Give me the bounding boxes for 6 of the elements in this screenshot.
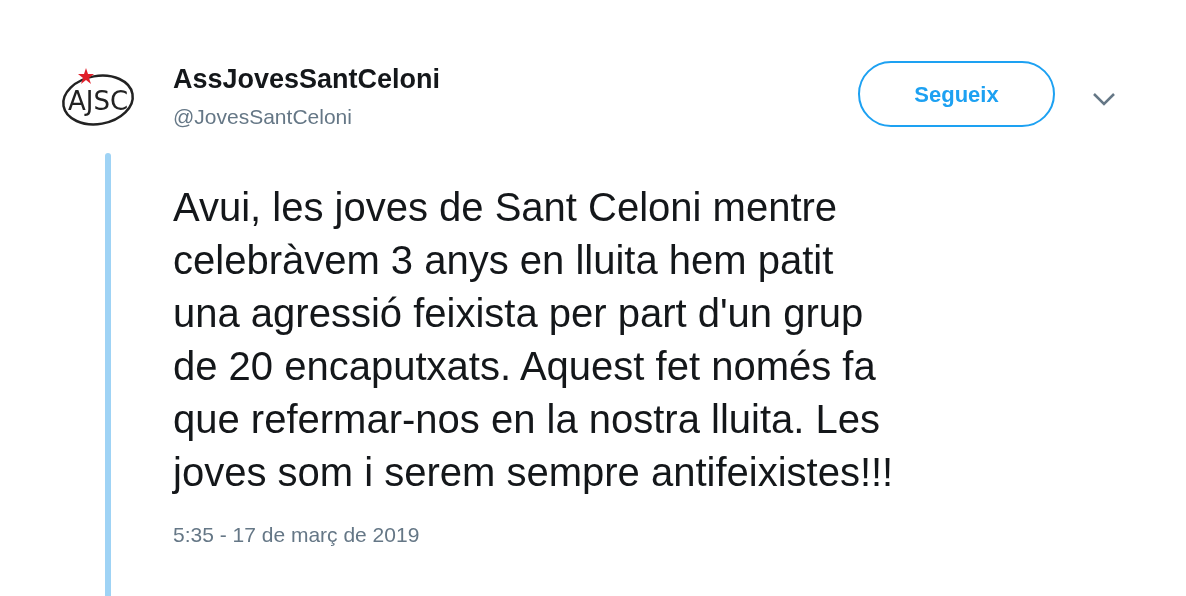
author-handle[interactable]: @JovesSantCeloni bbox=[173, 103, 441, 131]
tweet-timestamp[interactable]: 5:35 - 17 de març de 2019 bbox=[173, 521, 894, 549]
chevron-down-icon[interactable] bbox=[1092, 92, 1116, 106]
author-name[interactable]: AssJovesSantCeloni bbox=[173, 63, 441, 95]
tweet-text: Avui, les joves de Sant Celoni mentre celebràvem 3 anys en lluita hem patit una agressió feixista per part d'un grup de 20 encaputxats. Aquest fet només fa que refermar-nos en la nostra lluita. Les joves som i serem sempre antifeixistes!!! bbox=[173, 184, 894, 496]
follow-button[interactable]: Segueix bbox=[858, 61, 1055, 127]
